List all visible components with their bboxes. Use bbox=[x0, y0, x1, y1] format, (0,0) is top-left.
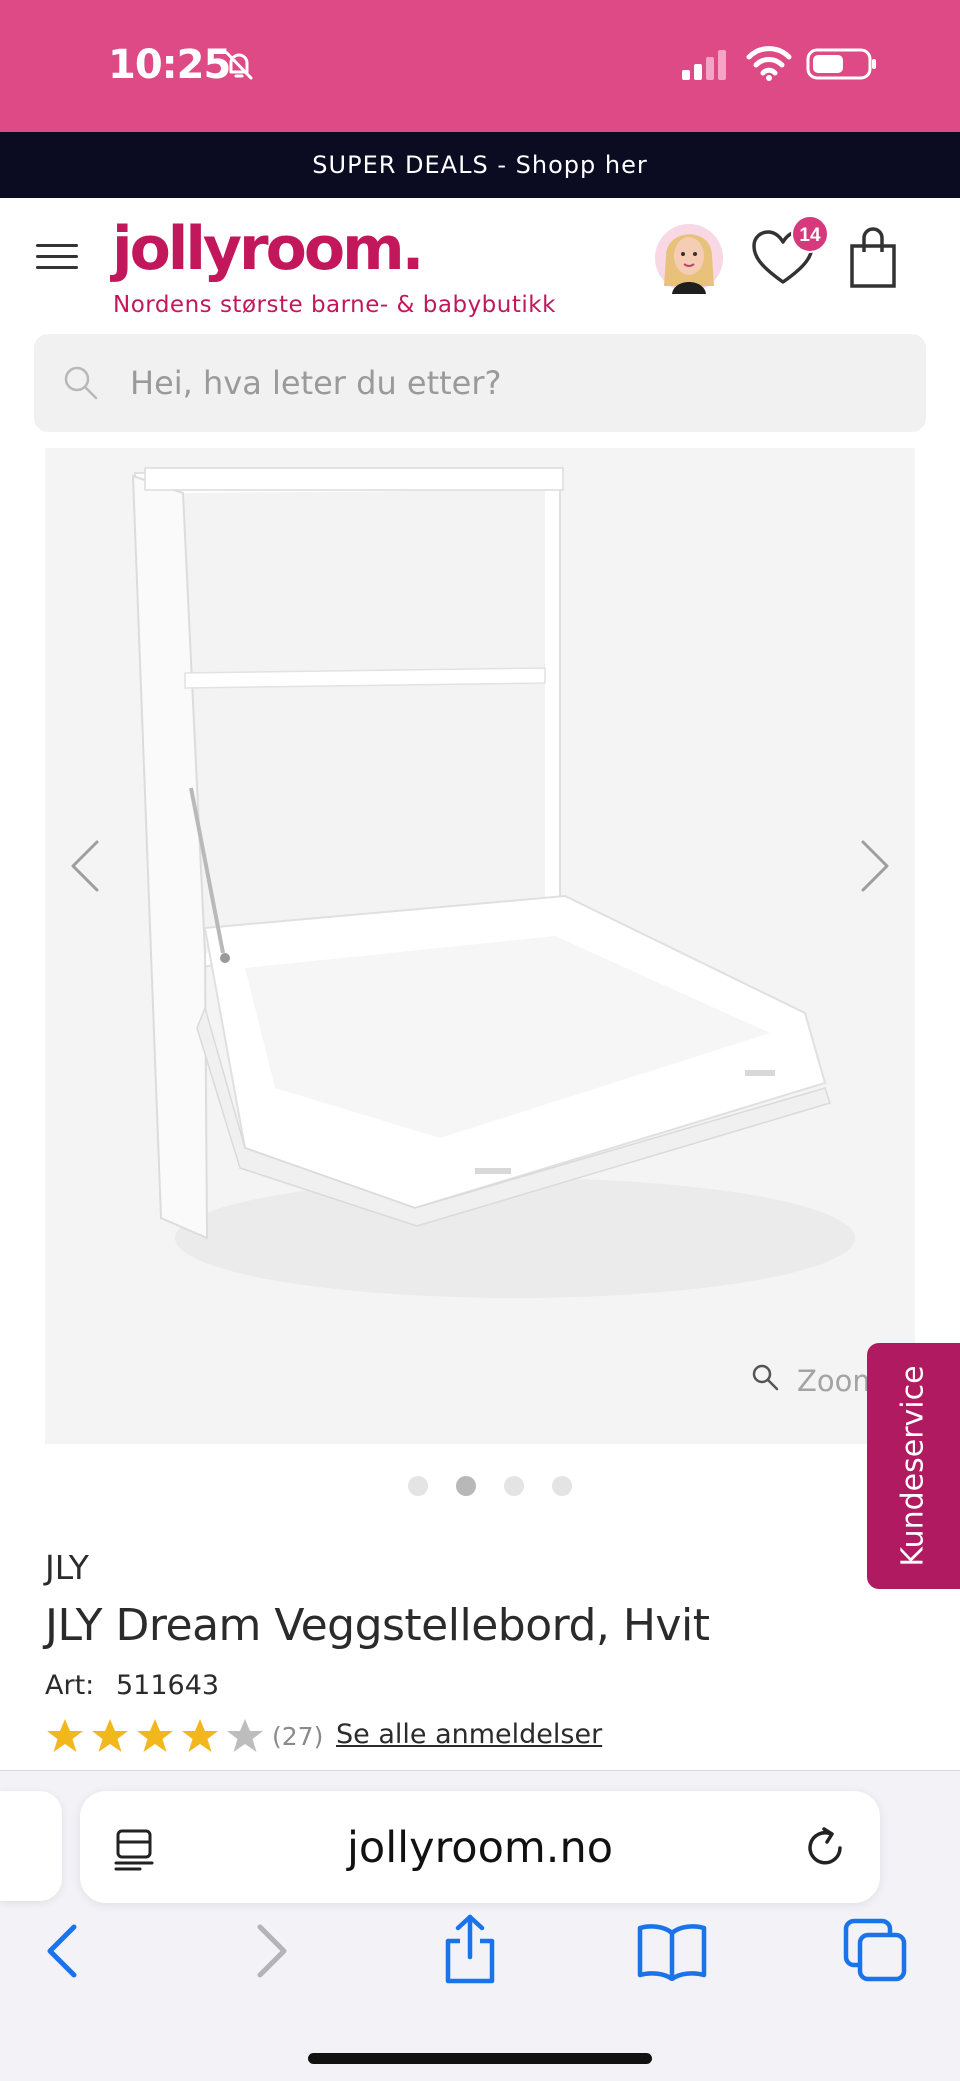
home-indicator[interactable] bbox=[308, 2053, 652, 2064]
url-text[interactable]: jollyroom.no bbox=[80, 1823, 880, 1873]
customer-service-label: Kundeservice bbox=[895, 1365, 931, 1567]
share-icon[interactable] bbox=[440, 1913, 500, 1985]
review-count: (27) bbox=[272, 1722, 324, 1751]
wifi-icon bbox=[746, 46, 792, 81]
browser-toolbar: jollyroom.no bbox=[0, 1770, 960, 2081]
rating-stars[interactable] bbox=[45, 1716, 275, 1756]
customer-service-tab[interactable]: Kundeservice bbox=[867, 1343, 960, 1589]
battery-icon bbox=[806, 48, 876, 80]
gallery-pagination bbox=[408, 1476, 572, 1498]
product-brand[interactable]: JLY bbox=[45, 1548, 89, 1587]
assistant-avatar[interactable] bbox=[652, 216, 726, 296]
search-bar[interactable]: Hei, hva leter du etter? bbox=[34, 334, 926, 432]
shopping-bag-icon[interactable] bbox=[848, 226, 898, 290]
article-label: Art: bbox=[45, 1670, 95, 1701]
gallery-prev-icon[interactable] bbox=[67, 836, 103, 896]
address-bar[interactable]: jollyroom.no bbox=[80, 1791, 880, 1903]
search-icon bbox=[64, 366, 98, 400]
gallery-dot[interactable] bbox=[408, 1476, 428, 1496]
reload-icon[interactable] bbox=[802, 1825, 848, 1871]
gallery-dot-active[interactable] bbox=[456, 1476, 476, 1496]
star-filled-icon bbox=[47, 1719, 83, 1752]
tabs-icon[interactable] bbox=[842, 1917, 908, 1983]
search-input[interactable]: Hei, hva leter du etter? bbox=[130, 364, 502, 402]
promo-banner[interactable]: SUPER DEALS - Shopp her bbox=[0, 132, 960, 198]
site-tagline: Nordens største barne- & babybutikk bbox=[113, 292, 556, 318]
gallery-dot[interactable] bbox=[552, 1476, 572, 1496]
see-all-reviews-link[interactable]: Se alle anmeldelser bbox=[336, 1719, 602, 1750]
product-image[interactable] bbox=[45, 448, 915, 1444]
cellular-signal-icon bbox=[682, 50, 726, 80]
wishlist-count-badge: 14 bbox=[791, 215, 829, 253]
back-icon[interactable] bbox=[42, 1921, 82, 1981]
previous-tab-preview[interactable] bbox=[0, 1791, 62, 1901]
article-number: 511643 bbox=[116, 1670, 220, 1701]
gallery-next-icon[interactable] bbox=[857, 836, 893, 896]
gallery-dot[interactable] bbox=[504, 1476, 524, 1496]
bookmarks-icon[interactable] bbox=[636, 1921, 708, 1981]
hamburger-menu-icon[interactable] bbox=[34, 240, 80, 274]
star-filled-icon bbox=[92, 1719, 128, 1752]
star-filled-icon bbox=[137, 1719, 173, 1752]
product-gallery[interactable]: Zoom bbox=[45, 448, 915, 1444]
zoom-icon[interactable] bbox=[751, 1363, 779, 1391]
bell-slash-icon bbox=[225, 51, 253, 80]
star-empty-icon bbox=[227, 1719, 263, 1752]
status-bar: 10:25 bbox=[0, 0, 960, 132]
site-header: jollyroom. Nordens største barne- & baby… bbox=[0, 198, 960, 330]
star-filled-icon bbox=[182, 1719, 218, 1752]
forward-icon[interactable] bbox=[252, 1921, 292, 1981]
site-logo[interactable]: jollyroom. bbox=[112, 214, 424, 284]
status-time: 10:25 bbox=[108, 42, 231, 88]
product-title: JLY Dream Veggstellebord, Hvit bbox=[45, 1600, 710, 1651]
